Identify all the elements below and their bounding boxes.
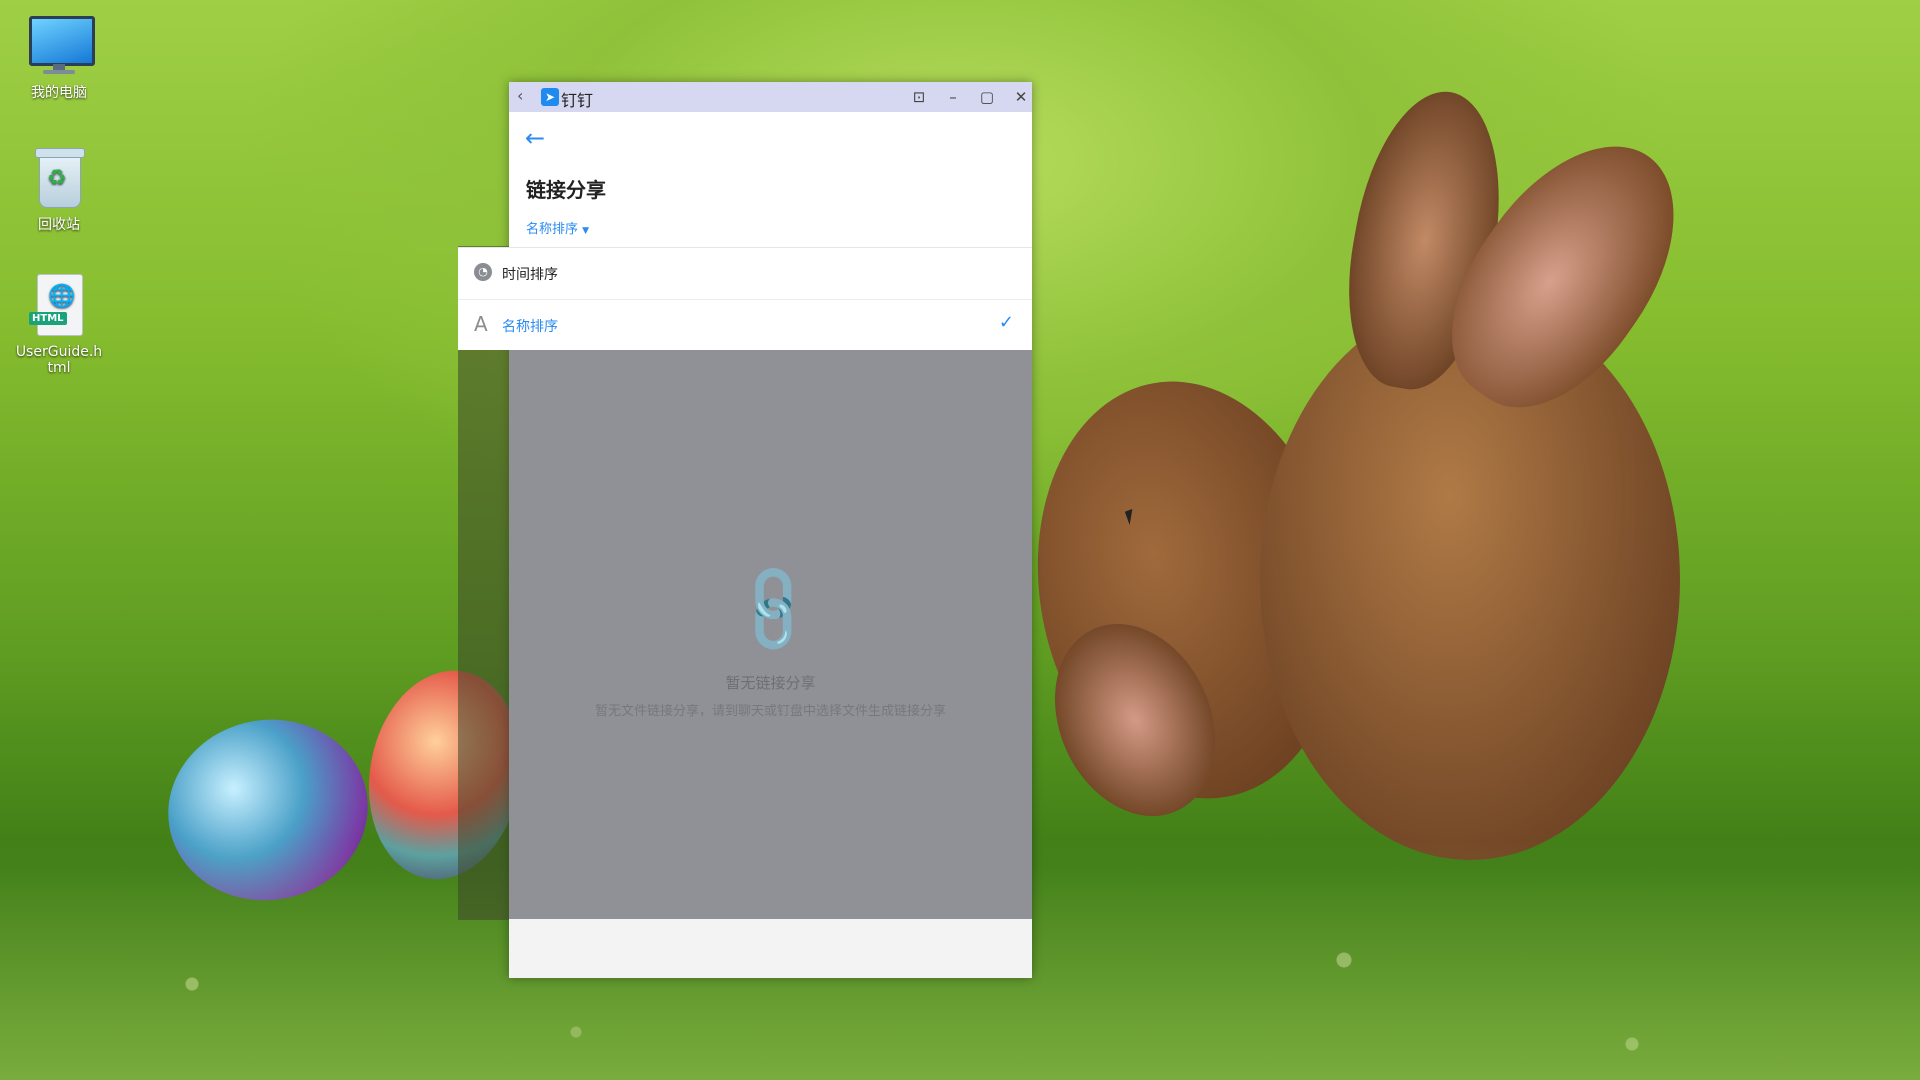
desktop-icon-my-computer[interactable]: 我的电脑 bbox=[9, 12, 109, 102]
desktop-icon-recycle-bin[interactable]: ♻ 回收站 bbox=[9, 144, 109, 234]
sort-menu-item-name[interactable]: A 名称排序 ✓ bbox=[458, 299, 1032, 350]
desktop-icon-userguide[interactable]: 🌐 HTML UserGuide.h tml bbox=[9, 274, 109, 376]
window-footer bbox=[509, 919, 1032, 978]
sort-menu: ◔ 时间排序 A 名称排序 ✓ bbox=[458, 247, 1032, 350]
desktop-icon-label: UserGuide.h tml bbox=[15, 344, 103, 376]
html-file-icon: 🌐 HTML bbox=[27, 274, 91, 338]
empty-state-description: 暂无文件链接分享，请到聊天或钉盘中选择文件生成链接分享 bbox=[594, 704, 946, 719]
link-icon: 🔗 bbox=[720, 555, 827, 662]
checkmark-icon: ✓ bbox=[998, 312, 1014, 333]
title-bar[interactable]: ‹ ➤ 钉钉 ⊡ – ▢ ✕ bbox=[509, 82, 1032, 112]
clock-icon: ◔ bbox=[474, 263, 492, 281]
caret-down-icon: ▼ bbox=[582, 226, 590, 236]
pin-icon[interactable]: ⊡ bbox=[907, 86, 931, 108]
page-title: 链接分享 bbox=[526, 178, 606, 202]
maximize-icon[interactable]: ▢ bbox=[975, 86, 999, 108]
recycle-bin-icon: ♻ bbox=[27, 144, 91, 208]
alpha-icon: A bbox=[474, 312, 488, 336]
dingtalk-window: ‹ ➤ 钉钉 ⊡ – ▢ ✕ ← 链接分享 名称排序 ▼ 🔗 暂无链接分享 暂无… bbox=[509, 82, 1032, 978]
sort-dropdown-toggle[interactable]: 名称排序 ▼ bbox=[526, 218, 589, 237]
sort-toggle-label: 名称排序 bbox=[526, 222, 579, 237]
dingtalk-logo-icon: ➤ bbox=[541, 88, 559, 106]
back-arrow-icon[interactable]: ← bbox=[525, 124, 545, 152]
chevron-left-icon[interactable]: ‹ bbox=[517, 86, 523, 105]
window-title: 钉钉 bbox=[561, 91, 594, 110]
desktop-icon-label: 我的电脑 bbox=[31, 85, 87, 101]
sort-menu-item-time[interactable]: ◔ 时间排序 bbox=[458, 248, 1032, 298]
sort-menu-item-label: 名称排序 bbox=[502, 319, 558, 335]
empty-state-title: 暂无链接分享 bbox=[725, 674, 816, 692]
minimize-icon[interactable]: – bbox=[941, 86, 965, 108]
close-icon[interactable]: ✕ bbox=[1009, 86, 1033, 108]
sort-menu-item-label: 时间排序 bbox=[502, 267, 558, 283]
desktop-icon-label: 回收站 bbox=[38, 217, 80, 233]
computer-icon bbox=[27, 12, 95, 76]
